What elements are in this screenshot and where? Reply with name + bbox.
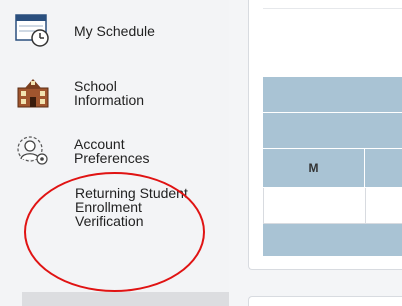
calendar-clock-icon <box>14 14 52 48</box>
sidebar-item-account-preferences[interactable]: Account Preferences <box>14 134 174 168</box>
table-row <box>263 188 402 224</box>
sidebar-item-returning-student-enrollment-verification[interactable]: Returning Student Enrollment Verificatio… <box>75 186 195 228</box>
table-header-row <box>263 113 402 149</box>
table-cell <box>264 188 366 223</box>
table-day-header-row: M <box>263 149 402 188</box>
sidebar-nav: My Schedule School Information Account P… <box>0 0 229 306</box>
main-content: M <box>229 0 402 306</box>
sidebar-item-school-information[interactable]: School Information <box>14 76 174 110</box>
sidebar-footer-bar <box>22 292 229 306</box>
user-gear-icon <box>14 134 52 168</box>
sidebar-item-label: School Information <box>74 78 145 108</box>
secondary-card <box>248 296 402 306</box>
day-header-next <box>365 149 402 187</box>
sidebar-item-label: Account Preferences <box>74 136 150 166</box>
sidebar-item-my-schedule[interactable]: My Schedule <box>14 14 155 48</box>
school-building-icon <box>14 76 52 110</box>
card-divider <box>263 8 402 9</box>
table-header-row <box>263 77 402 113</box>
sidebar-item-label: My Schedule <box>74 23 155 39</box>
schedule-table: M <box>263 77 402 257</box>
table-footer-row <box>263 224 402 257</box>
schedule-card: M <box>248 0 402 270</box>
day-header-monday: M <box>263 149 365 187</box>
